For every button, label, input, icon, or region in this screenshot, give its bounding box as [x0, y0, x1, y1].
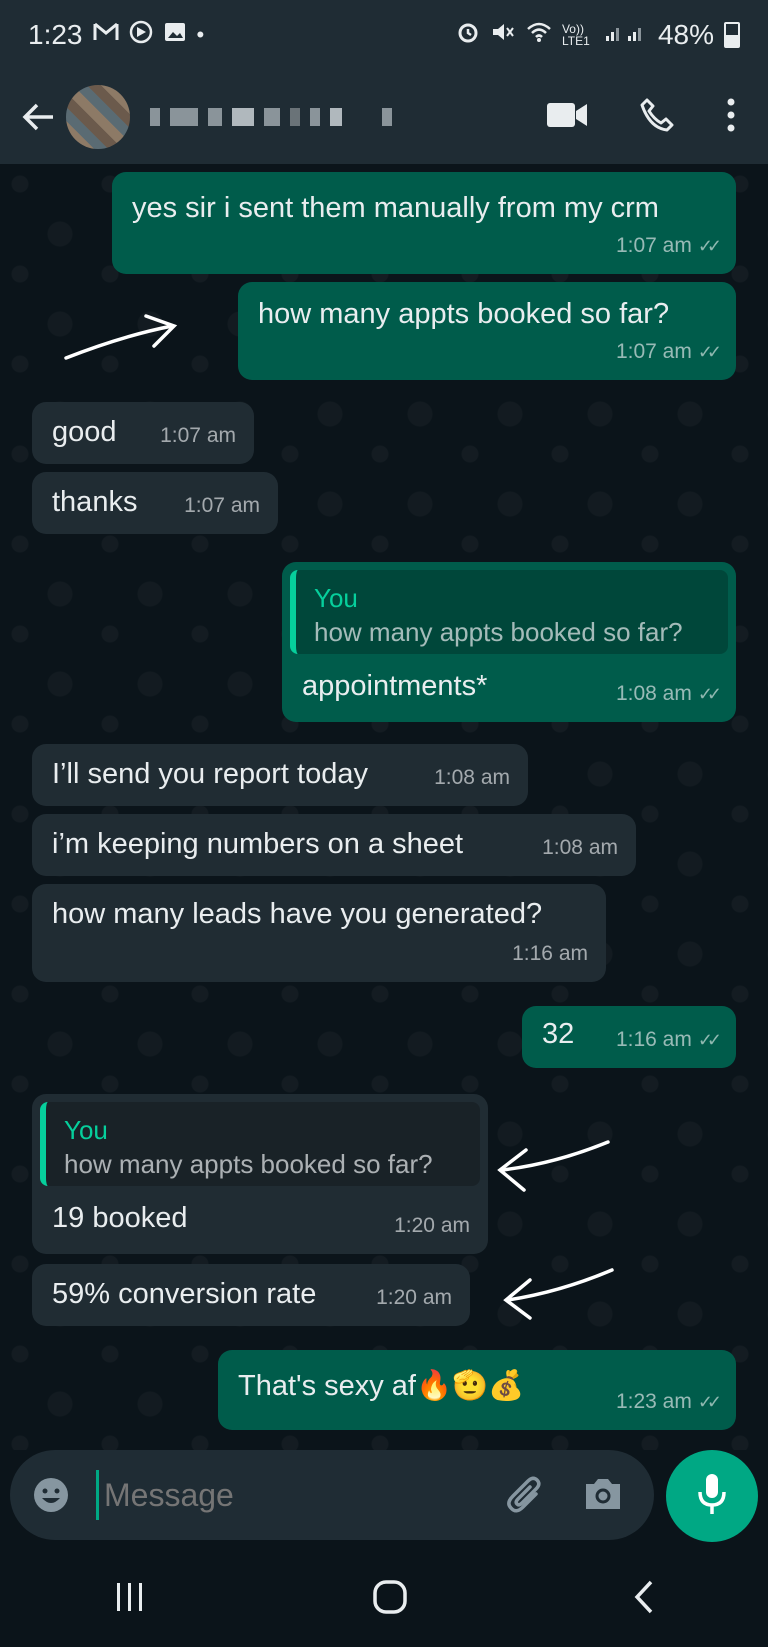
read-receipt-icon: ✓✓	[697, 684, 722, 704]
message-text: 32	[542, 1018, 575, 1050]
chat-header	[0, 70, 768, 164]
message-meta: 1:23 am ✓✓	[615, 1384, 722, 1420]
message-bubble-outgoing[interactable]: how many appts booked so far? 1:07 am ✓✓	[238, 282, 736, 380]
avatar[interactable]	[66, 85, 130, 149]
message-bubble-incoming[interactable]: I’ll send you report today 1:08 am	[32, 744, 528, 806]
read-receipt-icon: ✓✓	[697, 1392, 722, 1412]
dot-icon: •	[196, 22, 205, 47]
status-bar-right: Vo)) LTE1 48%	[456, 19, 740, 51]
video-call-icon[interactable]	[546, 102, 588, 133]
gallery-icon	[163, 21, 187, 49]
message-text: 19 booked	[52, 1202, 188, 1234]
message-list[interactable]: yes sir i sent them manually from my crm…	[0, 164, 768, 1450]
emoji-icon[interactable]	[32, 1476, 70, 1519]
quoted-author: You	[64, 1115, 108, 1145]
message-input[interactable]	[102, 1466, 486, 1524]
back-arrow-icon[interactable]	[18, 97, 58, 137]
quoted-author: You	[314, 583, 358, 613]
message-bubble-incoming[interactable]: thanks 1:07 am	[32, 472, 278, 534]
message-text: appointments*	[302, 670, 488, 702]
camera-icon[interactable]	[582, 1476, 624, 1517]
autoplay-icon	[129, 20, 153, 50]
message-bubble-incoming[interactable]: i’m keeping numbers on a sheet 1:08 am	[32, 814, 636, 876]
message-text: 59% conversion rate	[52, 1278, 317, 1310]
message-bubble-incoming-reply[interactable]: You how many appts booked so far? 19 boo…	[32, 1094, 488, 1254]
message-time: 1:20 am	[394, 1214, 470, 1237]
read-receipt-icon: ✓✓	[697, 1030, 722, 1050]
message-bubble-outgoing[interactable]: That's sexy af🔥🫡💰 1:23 am ✓✓	[218, 1350, 736, 1430]
quoted-text: how many appts booked so far?	[314, 617, 683, 647]
annotation-arrow-left	[497, 1140, 610, 1192]
message-text: yes sir i sent them manually from my crm	[132, 192, 659, 224]
message-meta: 1:07 am	[184, 488, 260, 524]
message-text: how many leads have you generated?	[52, 898, 543, 930]
message-meta: 1:08 am	[542, 830, 618, 866]
annotation-arrow-left	[503, 1268, 614, 1320]
message-meta: 1:16 am	[512, 936, 588, 972]
phone-call-icon[interactable]	[640, 98, 674, 137]
message-text: thanks	[52, 486, 138, 518]
message-text: I’ll send you report today	[52, 758, 368, 790]
attach-icon[interactable]	[506, 1474, 546, 1521]
message-text: good	[52, 416, 117, 448]
alarm-icon	[456, 20, 480, 50]
message-bubble-incoming[interactable]: 59% conversion rate 1:20 am	[32, 1264, 470, 1326]
read-receipt-icon: ✓✓	[697, 236, 722, 256]
quoted-message[interactable]: You how many appts booked so far?	[290, 570, 728, 654]
read-receipt-icon: ✓✓	[697, 342, 722, 362]
message-meta: 1:07 am ✓✓	[615, 228, 722, 264]
message-bubble-outgoing[interactable]: 32 1:16 am ✓✓	[522, 1006, 736, 1068]
message-bubble-incoming[interactable]: how many leads have you generated? 1:16 …	[32, 884, 606, 982]
message-time: 1:07 am	[615, 234, 692, 257]
mic-icon	[696, 1472, 728, 1521]
back-nav-icon[interactable]	[633, 1579, 655, 1624]
message-time: 1:07 am	[160, 424, 236, 447]
mute-icon	[490, 21, 516, 49]
more-options-icon[interactable]	[726, 98, 736, 137]
system-nav-bar	[0, 1555, 768, 1647]
status-bar-left: 1:23 •	[28, 19, 204, 51]
message-time: 1:08 am	[542, 836, 618, 859]
header-actions	[546, 98, 736, 137]
message-text: i’m keeping numbers on a sheet	[52, 828, 464, 860]
message-meta: 1:20 am	[376, 1280, 452, 1316]
quoted-message[interactable]: You how many appts booked so far?	[40, 1102, 480, 1186]
battery-percent: 48%	[657, 19, 714, 50]
message-meta: 1:07 am	[160, 418, 236, 454]
gmail-icon	[93, 22, 119, 48]
message-time: 1:08 am	[434, 766, 510, 789]
message-text: That's sexy af🔥🫡💰	[238, 1370, 525, 1402]
message-meta: 1:16 am ✓✓	[615, 1022, 722, 1058]
message-bubble-incoming[interactable]: good 1:07 am	[32, 402, 254, 464]
message-input-caret	[96, 1470, 99, 1520]
message-meta: 1:07 am ✓✓	[615, 334, 722, 370]
message-bubble-outgoing-reply[interactable]: You how many appts booked so far? appoin…	[282, 562, 736, 722]
annotation-arrow-right	[64, 314, 178, 360]
message-time: 1:07 am	[615, 340, 692, 363]
message-time: 1:16 am	[512, 942, 588, 965]
message-meta: 1:08 am	[434, 760, 510, 796]
recents-icon[interactable]	[113, 1581, 147, 1622]
message-meta: 1:08 am ✓✓	[615, 676, 722, 712]
contact-name-redacted[interactable]	[150, 108, 546, 126]
status-time: 1:23	[28, 19, 83, 50]
signal-icon	[604, 22, 648, 48]
message-time: 1:23 am	[615, 1390, 692, 1413]
message-meta: 1:20 am	[394, 1208, 470, 1244]
battery-icon	[724, 22, 740, 48]
volte-icon: Vo)) LTE1	[561, 22, 590, 48]
message-time: 1:08 am	[615, 682, 692, 705]
message-time: 1:07 am	[184, 494, 260, 517]
message-bubble-outgoing[interactable]: yes sir i sent them manually from my crm…	[112, 172, 736, 274]
message-composer	[10, 1450, 654, 1540]
message-text: how many appts booked so far?	[258, 298, 670, 330]
message-time: 1:20 am	[376, 1286, 452, 1309]
wifi-icon	[526, 21, 552, 49]
quoted-text: how many appts booked so far?	[64, 1149, 433, 1179]
message-time: 1:16 am	[615, 1028, 692, 1051]
home-icon[interactable]	[372, 1579, 408, 1624]
mic-button[interactable]	[666, 1450, 758, 1542]
status-bar: 1:23 • Vo)) LTE1 48%	[0, 0, 768, 70]
